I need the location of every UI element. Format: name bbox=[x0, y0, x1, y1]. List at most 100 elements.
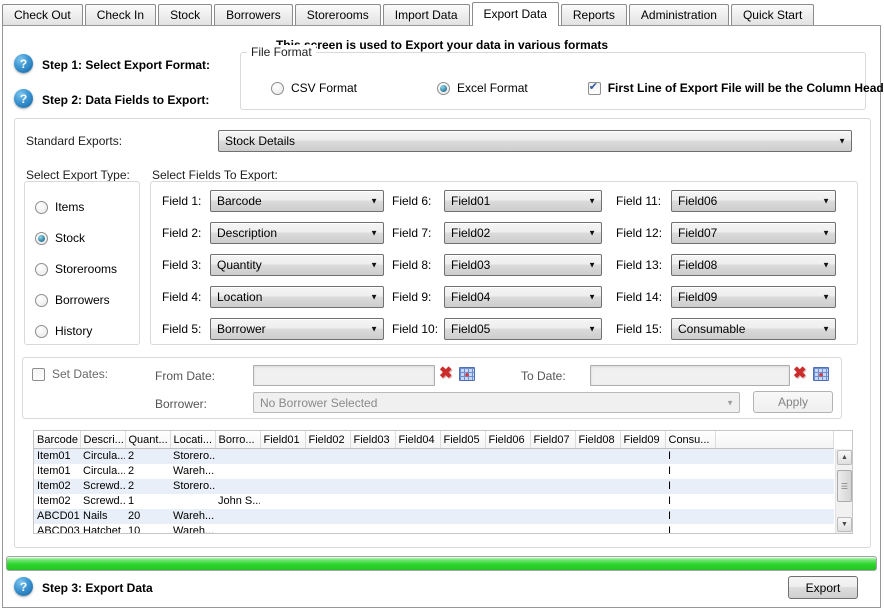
column-header[interactable]: Field02 bbox=[305, 431, 350, 449]
field-5-label: Field 5: bbox=[162, 322, 210, 336]
storerooms-radio[interactable] bbox=[35, 263, 48, 276]
column-header[interactable]: Field03 bbox=[350, 431, 395, 449]
column-header[interactable]: Borro... bbox=[215, 431, 260, 449]
help-icon-step1[interactable]: ? bbox=[14, 54, 33, 73]
vertical-scrollbar[interactable]: ▲ ☰ ▼ bbox=[835, 449, 852, 533]
tab-export-data[interactable]: Export Data bbox=[472, 2, 559, 26]
table-row[interactable]: Item01Circula...2Storero...I bbox=[34, 449, 834, 465]
field-12-select[interactable]: Field07▼ bbox=[671, 222, 836, 244]
table-cell-filler bbox=[715, 524, 834, 534]
scrollbar-thumb[interactable]: ☰ bbox=[837, 470, 852, 502]
field-13-select[interactable]: Field08▼ bbox=[671, 254, 836, 276]
set-dates-checkbox[interactable] bbox=[32, 368, 45, 381]
table-cell: Item02 bbox=[34, 494, 80, 509]
from-date-input[interactable] bbox=[253, 365, 435, 386]
export-type-group: Items Stock Storerooms Borrowers History bbox=[24, 181, 140, 345]
history-radio[interactable] bbox=[35, 325, 48, 338]
csv-format-radio[interactable] bbox=[271, 82, 284, 95]
table-cell bbox=[575, 464, 620, 479]
table-row[interactable]: ABCD01Nails20Wareh...I bbox=[34, 509, 834, 524]
export-type-storerooms[interactable]: Storerooms bbox=[35, 262, 117, 276]
field-1-label: Field 1: bbox=[162, 194, 210, 208]
to-date-calendar-icon[interactable] bbox=[813, 367, 829, 381]
table-row[interactable]: Item01Circula...2Wareh...I bbox=[34, 464, 834, 479]
apply-button[interactable]: Apply bbox=[753, 391, 833, 413]
field-7-select[interactable]: Field02▼ bbox=[444, 222, 602, 244]
column-header[interactable]: Field08 bbox=[575, 431, 620, 449]
column-header[interactable]: Field09 bbox=[620, 431, 665, 449]
field-5-select[interactable]: Borrower▼ bbox=[210, 318, 384, 340]
column-header[interactable]: Quant... bbox=[125, 431, 170, 449]
tab-quick-start[interactable]: Quick Start bbox=[731, 4, 814, 25]
tab-storerooms[interactable]: Storerooms bbox=[295, 4, 381, 25]
excel-format-option[interactable]: Excel Format bbox=[437, 81, 528, 95]
borrower-value: No Borrower Selected bbox=[260, 396, 377, 410]
combo-value: Field08 bbox=[678, 258, 717, 272]
field-6-select[interactable]: Field01▼ bbox=[444, 190, 602, 212]
tab-check-out[interactable]: Check Out bbox=[2, 4, 83, 25]
tab-borrowers[interactable]: Borrowers bbox=[214, 4, 293, 25]
column-header[interactable]: Field04 bbox=[395, 431, 440, 449]
from-date-calendar-icon[interactable] bbox=[459, 367, 475, 381]
tab-administration[interactable]: Administration bbox=[629, 4, 729, 25]
scroll-down-icon[interactable]: ▼ bbox=[837, 517, 852, 532]
clear-to-date-icon[interactable]: ✖ bbox=[793, 366, 806, 382]
table-cell bbox=[530, 449, 575, 465]
field-11-select[interactable]: Field06▼ bbox=[671, 190, 836, 212]
table-row[interactable]: Item02Screwd...1John S...I bbox=[34, 494, 834, 509]
field-8-select[interactable]: Field03▼ bbox=[444, 254, 602, 276]
items-label: Items bbox=[55, 200, 84, 214]
tab-reports[interactable]: Reports bbox=[561, 4, 627, 25]
table-cell bbox=[575, 449, 620, 465]
column-header[interactable]: Consu... bbox=[665, 431, 715, 449]
clear-from-date-icon[interactable]: ✖ bbox=[439, 366, 452, 382]
column-headings-option[interactable]: First Line of Export File will be the Co… bbox=[588, 81, 884, 95]
chevron-down-icon: ▼ bbox=[838, 137, 846, 146]
export-type-borrowers[interactable]: Borrowers bbox=[35, 293, 110, 307]
borrowers-radio[interactable] bbox=[35, 294, 48, 307]
field-10-select[interactable]: Field05▼ bbox=[444, 318, 602, 340]
column-header[interactable]: Field06 bbox=[485, 431, 530, 449]
help-icon-step3[interactable]: ? bbox=[14, 577, 33, 596]
column-header[interactable]: Field01 bbox=[260, 431, 305, 449]
column-header-filler bbox=[715, 431, 834, 449]
export-type-stock[interactable]: Stock bbox=[35, 231, 85, 245]
standard-exports-value: Stock Details bbox=[225, 134, 295, 148]
set-dates-option[interactable]: Set Dates: bbox=[32, 367, 108, 381]
export-type-history[interactable]: History bbox=[35, 324, 92, 338]
tab-import-data[interactable]: Import Data bbox=[383, 4, 470, 25]
tab-check-in[interactable]: Check In bbox=[85, 4, 156, 25]
items-radio[interactable] bbox=[35, 201, 48, 214]
table-row[interactable]: ABCD03Hatchet10Wareh...I bbox=[34, 524, 834, 534]
field-15-select[interactable]: Consumable▼ bbox=[671, 318, 836, 340]
column-header[interactable]: Locati... bbox=[170, 431, 215, 449]
table-cell: 2 bbox=[125, 479, 170, 494]
column-headings-checkbox[interactable] bbox=[588, 82, 601, 95]
field-1-select[interactable]: Barcode▼ bbox=[210, 190, 384, 212]
combo-value: Description bbox=[217, 226, 277, 240]
column-header[interactable]: Barcode bbox=[34, 431, 80, 449]
scroll-up-icon[interactable]: ▲ bbox=[837, 450, 852, 465]
column-header[interactable]: Field05 bbox=[440, 431, 485, 449]
standard-exports-select[interactable]: Stock Details ▼ bbox=[218, 130, 852, 152]
stock-radio[interactable] bbox=[35, 232, 48, 245]
field-9-select[interactable]: Field04▼ bbox=[444, 286, 602, 308]
step2-label: Step 2: Data Fields to Export: bbox=[42, 93, 209, 107]
to-date-input[interactable] bbox=[590, 365, 790, 386]
field-2-select[interactable]: Description▼ bbox=[210, 222, 384, 244]
column-header[interactable]: Descri... bbox=[80, 431, 125, 449]
excel-format-radio[interactable] bbox=[437, 82, 450, 95]
field-14-select[interactable]: Field09▼ bbox=[671, 286, 836, 308]
tab-stock[interactable]: Stock bbox=[158, 4, 212, 25]
export-type-items[interactable]: Items bbox=[35, 200, 84, 214]
help-icon-step2[interactable]: ? bbox=[14, 89, 33, 108]
field-3-select[interactable]: Quantity▼ bbox=[210, 254, 384, 276]
column-header[interactable]: Field07 bbox=[530, 431, 575, 449]
table-row[interactable]: Item02Screwd...2Storero...I bbox=[34, 479, 834, 494]
borrower-select[interactable]: No Borrower Selected ▼ bbox=[253, 392, 740, 413]
export-button[interactable]: Export bbox=[788, 576, 858, 599]
table-cell bbox=[440, 464, 485, 479]
field-9-label: Field 9: bbox=[392, 290, 444, 304]
field-4-select[interactable]: Location▼ bbox=[210, 286, 384, 308]
csv-format-option[interactable]: CSV Format bbox=[271, 81, 357, 95]
